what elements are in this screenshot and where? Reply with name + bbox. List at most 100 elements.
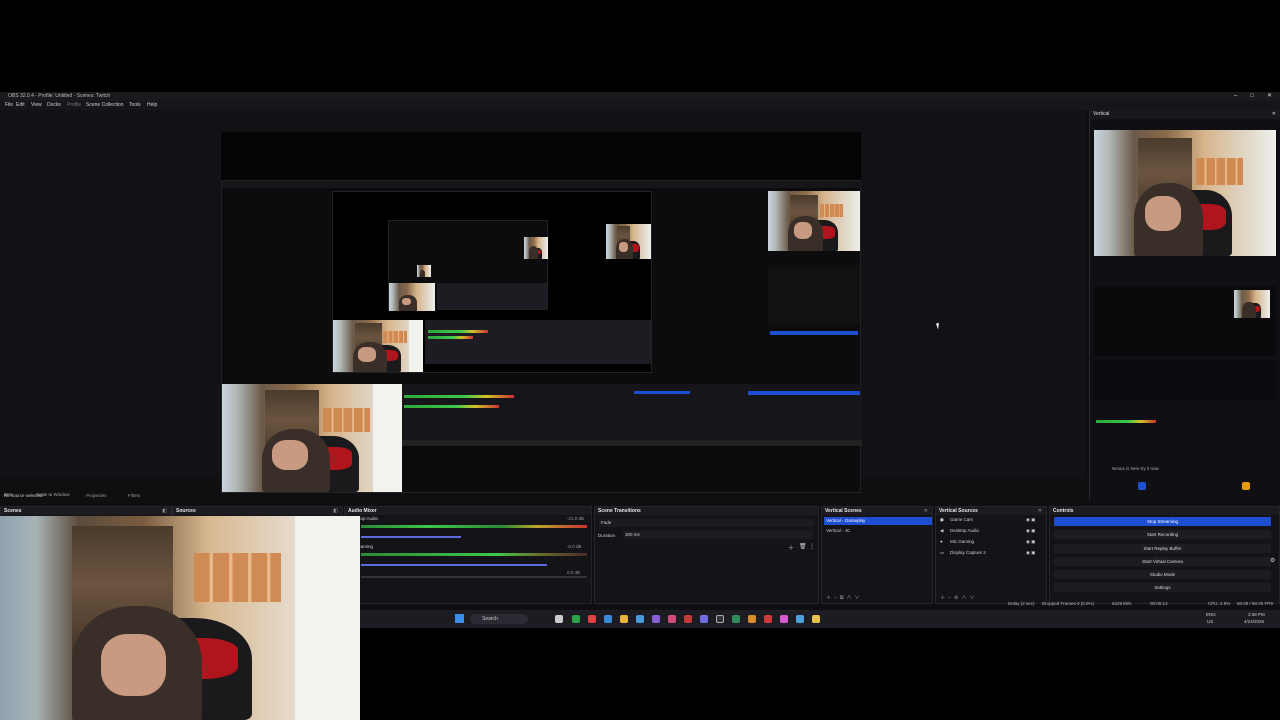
close-button[interactable]: ✕ <box>1267 92 1272 101</box>
mixer-channel-db: 0.0 dB <box>567 570 581 575</box>
menu-help[interactable]: Help <box>147 101 157 110</box>
bitrate: 6229 kb/s <box>1112 601 1132 606</box>
nexus-banner[interactable]: Nexus is here try it now <box>1112 466 1159 471</box>
nested-stop-streaming <box>748 391 860 395</box>
dock-menu-icon[interactable]: ◧ <box>333 507 338 515</box>
vertical-meter <box>1096 420 1156 423</box>
remove-transition-icon[interactable]: 🗑 <box>799 543 807 550</box>
mixer-volume-slider[interactable] <box>361 564 547 566</box>
transition-select[interactable]: Fade <box>599 519 814 527</box>
nested-scene-selected <box>634 391 690 394</box>
nested-webcam-large <box>222 384 402 492</box>
minimize-button[interactable]: – <box>1234 92 1237 101</box>
close-icon[interactable]: ✕ <box>1272 110 1276 119</box>
maximize-button[interactable]: □ <box>1250 92 1254 101</box>
scene-transitions-dock: Scene Transitions Fade Duration 300 ms ＋… <box>594 506 819 604</box>
menu-file[interactable]: File <box>5 101 13 110</box>
app-icon[interactable] <box>780 615 788 623</box>
dock-close-icon[interactable]: ✕ <box>924 507 928 515</box>
vertical-source-item[interactable]: Game Cam <box>950 517 973 522</box>
app-icon[interactable] <box>812 615 820 623</box>
controls-dock: Controls Stop Streaming Start Recording … <box>1049 506 1280 604</box>
menu-tools[interactable]: Tools <box>129 101 141 110</box>
clock-date[interactable]: 4/24/2026 <box>1244 619 1264 624</box>
clock-time[interactable]: 3:38 PM <box>1248 612 1265 617</box>
properties-button[interactable]: Properties <box>86 493 107 498</box>
language-indicator[interactable]: ENG <box>1206 612 1216 617</box>
task-view-icon[interactable] <box>555 615 563 623</box>
nested-preview <box>332 191 652 373</box>
virtual-camera-gear-icon[interactable]: ⚙ <box>1270 557 1275 564</box>
start-replay-buffer-button[interactable]: Start Replay Buffer <box>1054 544 1271 553</box>
add-transition-icon[interactable]: ＋ <box>788 543 794 552</box>
visibility-eye-icon[interactable]: ◉ ▣ <box>1026 528 1035 534</box>
start-recording-button[interactable]: Start Recording <box>1054 530 1271 539</box>
scenes-dock-header: Scenes ◧ <box>1 507 171 515</box>
vertical-scene-item[interactable]: Vertical - JC <box>826 528 850 533</box>
menu-docks[interactable]: Docks <box>47 101 61 110</box>
vertical-source-item[interactable]: Desktop Audio <box>950 528 979 533</box>
vertical-warning-icon[interactable] <box>1242 482 1250 490</box>
duration-label: Duration <box>598 533 616 538</box>
menu-profile[interactable]: Profile <box>67 101 81 110</box>
app-icon[interactable] <box>684 615 692 623</box>
nested-preview-2 <box>388 220 548 311</box>
vertical-preview-cam <box>1094 130 1276 256</box>
app-icon[interactable] <box>764 615 772 623</box>
nested-obs-window <box>221 180 862 493</box>
nested-vertical-lower <box>768 265 860 325</box>
preview-canvas[interactable] <box>221 132 862 493</box>
more-options-icon[interactable]: ⋮ <box>809 543 815 550</box>
visibility-eye-icon[interactable]: ◉ ▣ <box>1026 550 1035 556</box>
duration-input[interactable]: 300 ms <box>623 531 813 539</box>
obs-icon[interactable] <box>716 615 724 623</box>
controls-header: Controls <box>1050 507 1279 515</box>
selection-status: No source selected <box>4 493 43 498</box>
vertical-scenes-header: Vertical Scenes ✕ <box>822 507 932 515</box>
webcam-overlay <box>0 516 360 720</box>
studio-mode-button[interactable]: Studio Mode <box>1054 570 1271 579</box>
vertical-source-item[interactable]: Display Capture 2 <box>950 550 986 555</box>
visibility-eye-icon[interactable]: ◉ ▣ <box>1026 517 1035 523</box>
mixer-meter-empty <box>361 576 587 578</box>
mixer-volume-slider[interactable] <box>361 536 461 538</box>
preview-status: 85% Scale to Window <box>0 490 1086 500</box>
fps-readout: 60.00 / 60.00 FPS <box>1237 601 1274 606</box>
start-virtual-camera-button[interactable]: Start Virtual Camera <box>1054 557 1271 566</box>
region-indicator[interactable]: US <box>1207 619 1213 624</box>
menu-edit[interactable]: Edit <box>16 101 25 110</box>
menu-view[interactable]: View <box>31 101 42 110</box>
file-explorer-icon[interactable] <box>620 615 628 623</box>
app-icon[interactable] <box>668 615 676 623</box>
vertical-dock-header: Vertical ✕ <box>1090 110 1280 119</box>
dock-menu-icon[interactable]: ◧ <box>162 507 167 515</box>
menu-scene-collection[interactable]: Scene Collection <box>86 101 124 110</box>
vertical-sources-dock: Vertical Sources ✕ ◼ Game Cam ◀ Desktop A… <box>935 506 1047 604</box>
whatsapp-icon[interactable] <box>572 615 580 623</box>
discord-icon[interactable] <box>652 615 660 623</box>
vertical-gear-icon[interactable] <box>1138 482 1146 490</box>
vertical-source-item[interactable]: Mic Gaming <box>950 539 974 544</box>
windows-start-icon[interactable] <box>455 614 464 623</box>
nested-docks <box>425 320 651 364</box>
filters-button[interactable]: Filters <box>128 493 140 498</box>
mixer-channel-db: -21.0 dB <box>567 516 585 521</box>
app-icon[interactable] <box>748 615 756 623</box>
app-icon[interactable] <box>636 615 644 623</box>
nested-meter-2 <box>428 336 473 339</box>
app-icon[interactable] <box>732 615 740 623</box>
app-icon[interactable] <box>796 615 804 623</box>
taskbar-search[interactable]: Search <box>470 614 528 624</box>
preview-area[interactable] <box>0 110 1086 493</box>
settings-button[interactable]: Settings <box>1054 583 1271 592</box>
app-icon[interactable] <box>588 615 596 623</box>
stop-streaming-button[interactable]: Stop Streaming <box>1054 517 1271 526</box>
nested-webcam <box>333 320 423 372</box>
dock-close-icon[interactable]: ✕ <box>1038 507 1042 515</box>
visibility-eye-icon[interactable]: ◉ ▣ <box>1026 539 1035 545</box>
scene-transitions-header: Scene Transitions <box>595 507 818 515</box>
vertical-scene-item[interactable]: Vertical - Gameplay <box>824 517 932 525</box>
app-icon[interactable] <box>700 615 708 623</box>
edge-icon[interactable] <box>604 615 612 623</box>
vertical-preview-docks <box>1094 360 1276 400</box>
